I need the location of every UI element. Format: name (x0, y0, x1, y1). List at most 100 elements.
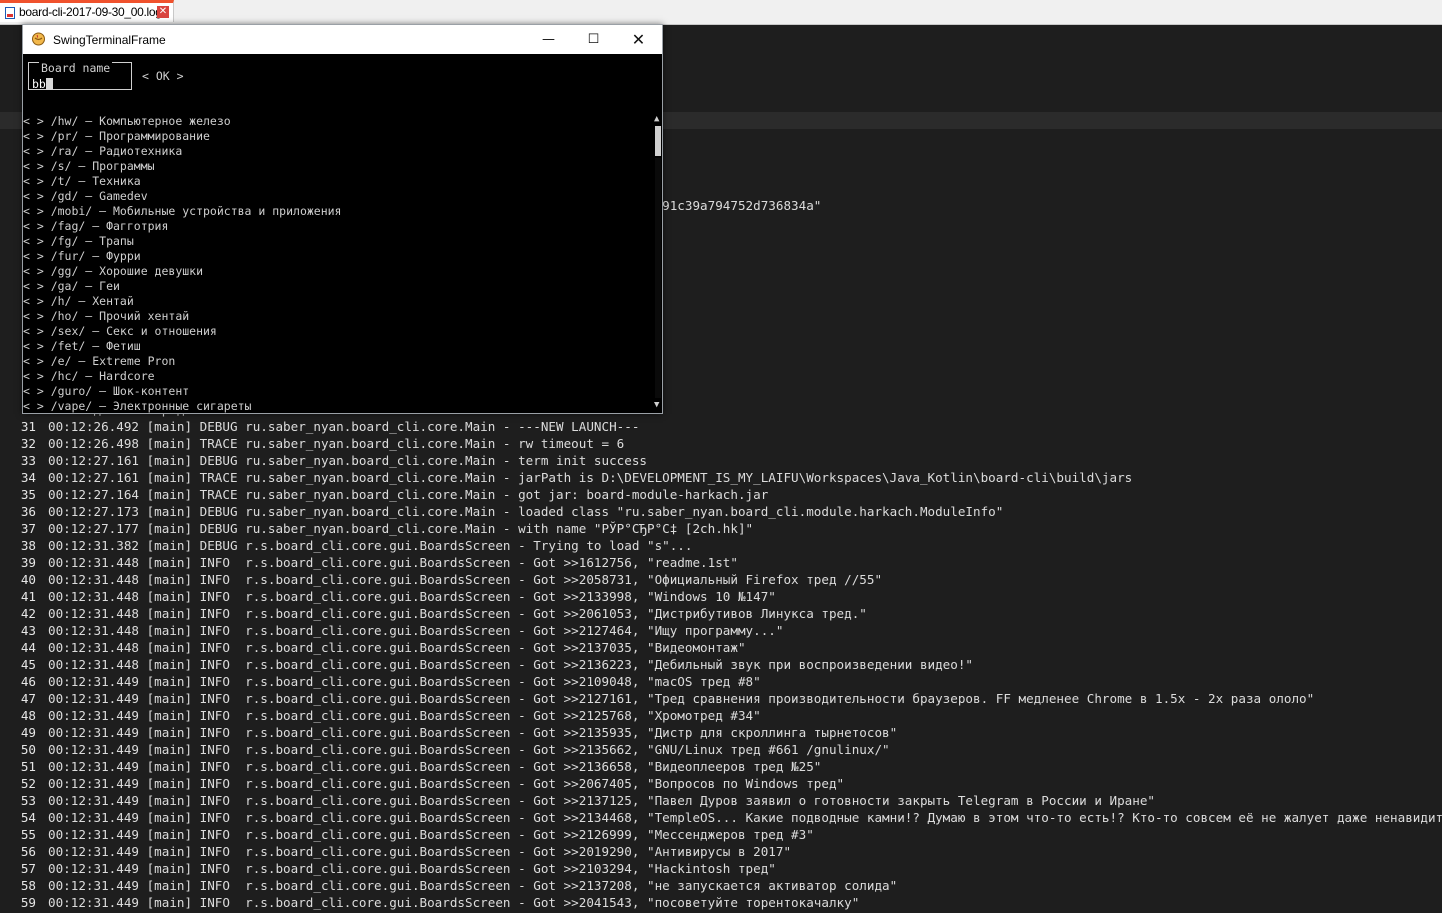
log-line-text: 00:12:27.164 [main] TRACE ru.saber_nyan.… (48, 487, 769, 502)
board-list-item[interactable]: < > /gg/ — Хорошие девушки (23, 264, 653, 279)
log-line-text: 00:12:31.449 [main] INFO r.s.board_cli.c… (48, 878, 898, 893)
line-number: 44 (20, 640, 36, 655)
line-number: 35 (20, 487, 36, 502)
log-line-text: 00:12:31.448 [main] INFO r.s.board_cli.c… (48, 640, 746, 655)
log-line: 47 00:12:31.449 [main] INFO r.s.board_cli… (0, 690, 1442, 707)
line-number: 53 (20, 793, 36, 808)
log-line: 59 00:12:31.449 [main] INFO r.s.board_cli… (0, 894, 1442, 911)
log-line: 57 00:12:31.449 [main] INFO r.s.board_cli… (0, 860, 1442, 877)
board-list-item[interactable]: < > /guro/ — Шок-контент (23, 384, 653, 399)
line-number: 31 (20, 419, 36, 434)
line-number: 54 (20, 810, 36, 825)
terminal-screen[interactable]: Board name bb < OK > < > /hw/ — Компьюте… (23, 54, 662, 413)
line-number: 49 (20, 725, 36, 740)
board-list-item[interactable]: < > /e/ — Extreme Pron (23, 354, 653, 369)
ok-button[interactable]: < OK > (142, 69, 184, 83)
line-number: 42 (20, 606, 36, 621)
line-number: 37 (20, 521, 36, 536)
log-line: 42 00:12:31.448 [main] INFO r.s.board_cli… (0, 605, 1442, 622)
log-line-text: 00:12:27.177 [main] DEBUG ru.saber_nyan.… (48, 521, 754, 536)
text-cursor (45, 78, 53, 90)
log-line: 49 00:12:31.449 [main] INFO r.s.board_cli… (0, 724, 1442, 741)
log-line: 36 00:12:27.173 [main] DEBUG ru.saber_nya… (0, 503, 1442, 520)
line-number: 55 (20, 827, 36, 842)
log-line: 44 00:12:31.448 [main] INFO r.s.board_cli… (0, 639, 1442, 656)
log-line: 53 00:12:31.449 [main] INFO r.s.board_cli… (0, 792, 1442, 809)
close-window-button[interactable]: ✕ (616, 25, 661, 54)
board-name-field[interactable]: Board name bb (28, 61, 132, 91)
line-number: 39 (20, 555, 36, 570)
maximize-button[interactable]: ☐ (571, 25, 616, 54)
minimize-button[interactable]: — (526, 25, 571, 54)
log-line-text: 00:12:31.449 [main] INFO r.s.board_cli.c… (48, 742, 890, 757)
log-line: 37 00:12:27.177 [main] DEBUG ru.saber_nya… (0, 520, 1442, 537)
log-line: 51 00:12:31.449 [main] INFO r.s.board_cli… (0, 758, 1442, 775)
board-list-item[interactable]: < > /ra/ — Радиотехника (23, 144, 653, 159)
board-list-item[interactable]: < > /hw/ — Компьютерное железо (23, 114, 653, 129)
line-number: 56 (20, 844, 36, 859)
board-list-item[interactable]: < > /fur/ — Фурри (23, 249, 653, 264)
board-list-item[interactable]: < > /sex/ — Секс и отношения (23, 324, 653, 339)
board-list-item[interactable]: < > /vape/ — Электронные сигареты (23, 399, 653, 414)
log-line-text: 00:12:31.448 [main] INFO r.s.board_cli.c… (48, 555, 738, 570)
board-list-item[interactable]: < > /fag/ — Фагготрия (23, 219, 653, 234)
board-list-item[interactable]: < > /mobi/ — Мобильные устройства и прил… (23, 204, 653, 219)
log-line: 40 00:12:31.448 [main] INFO r.s.board_cli… (0, 571, 1442, 588)
tab-close-icon[interactable]: ✕ (157, 6, 169, 18)
editor-tab-strip: board-cli-2017-09-30_00.log ✕ (0, 0, 1442, 25)
log-line-text: 00:12:27.161 [main] TRACE ru.saber_nyan.… (48, 470, 1133, 485)
board-list-item[interactable]: < > /h/ — Хентай (23, 294, 653, 309)
scroll-down-arrow-icon[interactable]: ▼ (654, 400, 659, 410)
log-line-text: 00:12:31.449 [main] INFO r.s.board_cli.c… (48, 725, 898, 740)
board-list-item[interactable]: < > /hc/ — Hardcore (23, 369, 653, 384)
board-list-item[interactable]: < > /s/ — Программы (23, 159, 653, 174)
java-icon (32, 32, 45, 46)
board-list-item[interactable]: < > /fg/ — Трапы (23, 234, 653, 249)
log-line-text: 00:12:31.449 [main] INFO r.s.board_cli.c… (48, 759, 822, 774)
log-line-text: 00:12:31.448 [main] INFO r.s.board_cli.c… (48, 589, 776, 604)
scroll-track[interactable] (655, 158, 661, 398)
board-list-item[interactable]: < > /ho/ — Прочий хентай (23, 309, 653, 324)
log-line: 46 00:12:31.449 [main] INFO r.s.board_cli… (0, 673, 1442, 690)
line-number: 46 (20, 674, 36, 689)
board-list-item[interactable]: < > /pr/ — Программирование (23, 129, 653, 144)
board-list-item[interactable]: < > /t/ — Техника (23, 174, 653, 189)
scroll-up-arrow-icon[interactable]: ▲ (654, 114, 659, 124)
line-number: 33 (20, 453, 36, 468)
line-number: 36 (20, 504, 36, 519)
log-line-text: 00:12:31.449 [main] INFO r.s.board_cli.c… (48, 674, 761, 689)
swing-terminal-window[interactable]: SwingTerminalFrame — ☐ ✕ Board name bb <… (22, 24, 663, 414)
line-number: 48 (20, 708, 36, 723)
board-list-item[interactable]: < > /fet/ — Фетиш (23, 339, 653, 354)
board-name-label: Board name (39, 61, 113, 75)
log-line: 39 00:12:31.448 [main] INFO r.s.board_cli… (0, 554, 1442, 571)
log-line: 38 00:12:31.382 [main] DEBUG r.s.board_cl… (0, 537, 1442, 554)
window-titlebar[interactable]: SwingTerminalFrame — ☐ ✕ (23, 25, 662, 54)
log-line-text: 00:12:31.449 [main] INFO r.s.board_cli.c… (48, 708, 761, 723)
log-line-text: 00:12:31.448 [main] INFO r.s.board_cli.c… (48, 606, 867, 621)
line-number: 45 (20, 657, 36, 672)
scroll-thumb[interactable] (655, 126, 661, 156)
log-line-text: 00:12:31.448 [main] INFO r.s.board_cli.c… (48, 657, 974, 672)
board-list-item[interactable]: < > /gd/ — Gamedev (23, 189, 653, 204)
board-list-item[interactable]: < > /ga/ — Геи (23, 279, 653, 294)
log-line: 52 00:12:31.449 [main] INFO r.s.board_cli… (0, 775, 1442, 792)
terminal-scrollbar[interactable]: ▲ ▼ (653, 114, 662, 412)
line-number: 57 (20, 861, 36, 876)
board-list: < > /hw/ — Компьютерное железо < > /pr/ —… (23, 114, 653, 414)
tab-log-file[interactable]: board-cli-2017-09-30_00.log ✕ (0, 0, 174, 22)
line-number: 38 (20, 538, 36, 553)
log-line: 32 00:12:26.498 [main] TRACE ru.saber_nya… (0, 435, 1442, 452)
log-line-text: 00:12:31.449 [main] INFO r.s.board_cli.c… (48, 827, 814, 842)
log-line-text: 00:12:31.449 [main] INFO r.s.board_cli.c… (48, 861, 776, 876)
board-name-input[interactable]: bb (32, 77, 53, 91)
log-line-text: 00:12:31.449 [main] INFO r.s.board_cli.c… (48, 691, 1315, 706)
log-line: 58 00:12:31.449 [main] INFO r.s.board_cli… (0, 877, 1442, 894)
file-icon (5, 7, 15, 19)
line-number: 40 (20, 572, 36, 587)
log-line-text: 00:12:31.449 [main] INFO r.s.board_cli.c… (48, 844, 792, 859)
log-line: 45 00:12:31.448 [main] INFO r.s.board_cli… (0, 656, 1442, 673)
board-name-value: bb (32, 77, 46, 91)
log-line: 41 00:12:31.448 [main] INFO r.s.board_cli… (0, 588, 1442, 605)
log-line-text: 00:12:31.449 [main] INFO r.s.board_cli.c… (48, 793, 1155, 808)
